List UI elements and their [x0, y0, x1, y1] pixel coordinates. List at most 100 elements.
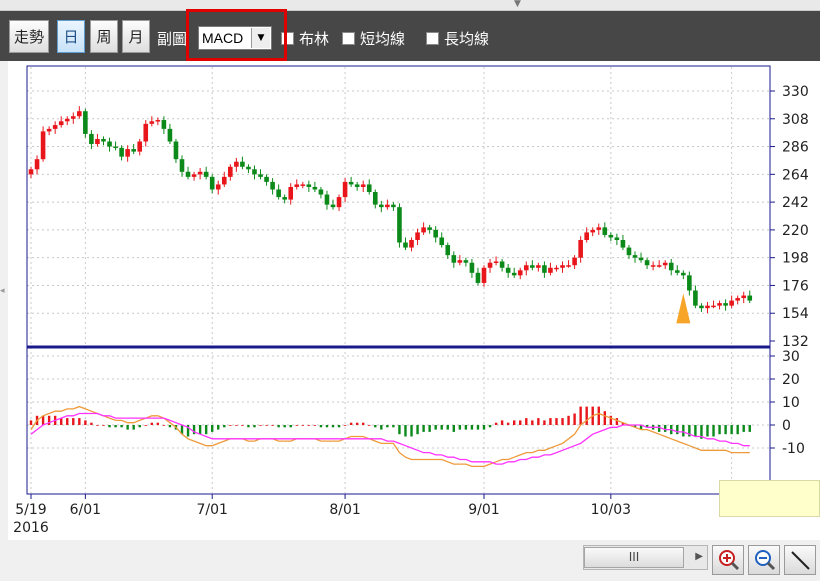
histogram-bar	[253, 425, 256, 428]
histogram-bar	[561, 418, 564, 425]
candle-body	[95, 138, 100, 145]
scroll-right-icon[interactable]: ▶	[695, 551, 703, 562]
histogram-bar	[676, 425, 679, 435]
candle-body	[34, 159, 40, 170]
x-tick-label: 5/19	[15, 502, 46, 518]
candle-body	[354, 184, 360, 187]
candle-body	[650, 265, 656, 267]
histogram-bar	[718, 425, 721, 435]
candle-body	[638, 257, 644, 261]
histogram-bar	[488, 425, 492, 428]
candle-body	[203, 171, 209, 177]
histogram-bar	[144, 425, 147, 426]
candle-body	[64, 118, 70, 122]
candle-body	[487, 262, 493, 268]
histogram-bar	[422, 425, 425, 432]
candle-body	[445, 245, 451, 256]
histogram-bar	[664, 425, 667, 432]
candle-body	[723, 303, 728, 306]
candle-body	[264, 176, 269, 182]
y-tick-label: 330	[782, 84, 809, 100]
candle-body	[517, 270, 523, 276]
candle-body	[699, 305, 704, 309]
horizontal-scrollbar[interactable]: III ▶	[583, 545, 708, 570]
candle-body	[294, 184, 300, 187]
y-tick-label: 176	[782, 278, 809, 294]
histogram-bar	[482, 425, 486, 430]
histogram-bar	[531, 420, 534, 425]
histogram-bar	[168, 425, 172, 428]
candle-body	[662, 262, 668, 266]
candle-body	[77, 111, 82, 117]
candle-body	[687, 275, 692, 291]
candle-body	[258, 174, 263, 177]
line-tool-button[interactable]	[784, 545, 816, 575]
histogram-bar	[283, 425, 286, 428]
histogram-bar	[102, 425, 105, 426]
candle-body	[113, 146, 118, 149]
candle-body	[282, 197, 287, 200]
histogram-bar	[150, 422, 153, 425]
histogram-bar	[392, 425, 395, 428]
histogram-bar	[247, 425, 250, 428]
candle-body	[185, 171, 191, 177]
histogram-bar	[96, 425, 99, 426]
histogram-bar	[289, 425, 292, 428]
line-draw-icon	[791, 551, 810, 570]
histogram-bar	[374, 425, 377, 428]
histogram-bar	[398, 425, 401, 435]
histogram-bar	[440, 425, 443, 430]
histogram-bar	[229, 425, 232, 426]
candle-body	[173, 141, 179, 160]
chart-canvas: 330 308 286 264 242 220 198 176 154 132 30 20 10 0 -1…	[8, 61, 820, 540]
histogram-bar	[307, 425, 311, 426]
candle-body	[288, 186, 294, 200]
histogram-bar	[597, 406, 600, 425]
candle-body	[717, 303, 722, 306]
histogram-bar	[108, 425, 111, 428]
candle-body	[40, 131, 46, 160]
candle-body	[469, 262, 475, 273]
candle-body	[306, 184, 312, 187]
zoom-out-button[interactable]	[748, 545, 780, 575]
candle-body	[548, 267, 553, 273]
candle-body	[475, 272, 481, 283]
candle-body	[318, 189, 324, 195]
candle-body	[741, 295, 747, 299]
histogram-bar	[90, 422, 93, 425]
histogram-bar	[567, 415, 570, 425]
candle-body	[46, 128, 52, 132]
histogram-bar	[712, 425, 715, 437]
candle-body	[385, 204, 390, 208]
candle-body	[276, 189, 281, 198]
candle-body	[711, 305, 716, 308]
y-tick-label: 30	[782, 349, 800, 365]
candle-body	[481, 267, 487, 283]
candle-body	[747, 295, 753, 301]
histogram-bar	[464, 425, 468, 430]
zoom-in-icon	[719, 550, 740, 571]
histogram-bar	[337, 425, 341, 428]
histogram-bar	[120, 425, 123, 428]
candle-body	[246, 166, 251, 170]
y-tick-label: 10	[782, 395, 800, 411]
histogram-bar	[736, 425, 739, 435]
candle-body	[342, 181, 348, 198]
histogram-bar	[204, 425, 208, 435]
histogram-bar	[458, 425, 462, 430]
candle-body	[674, 270, 680, 273]
histogram-bar	[259, 425, 262, 426]
histogram-bar	[706, 425, 709, 437]
zoom-in-button[interactable]	[712, 545, 744, 575]
scroll-thumb[interactable]: III	[584, 547, 684, 568]
histogram-bar	[386, 425, 389, 428]
candle-body	[602, 227, 608, 235]
histogram-bar	[211, 425, 214, 432]
candle-body	[101, 138, 106, 142]
histogram-bar	[549, 418, 552, 425]
candle-body	[463, 260, 469, 263]
candle-body	[439, 237, 445, 246]
y-tick-label: 198	[782, 251, 809, 267]
histogram-bar	[156, 422, 160, 425]
histogram-bar	[60, 418, 63, 425]
